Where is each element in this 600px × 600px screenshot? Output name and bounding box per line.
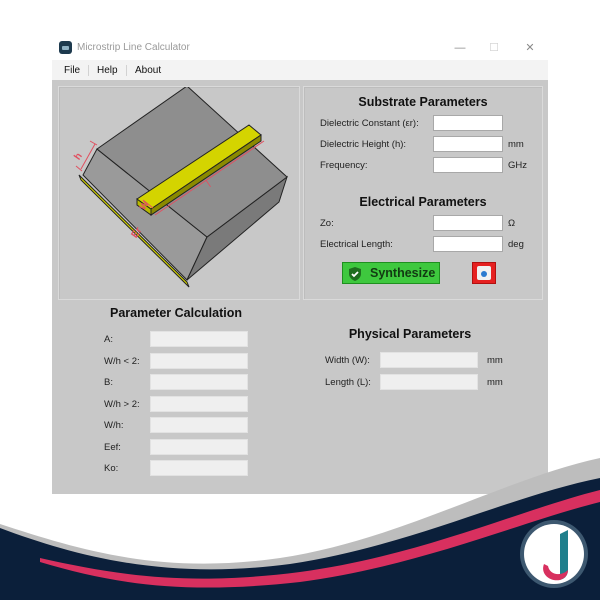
app-window: Microstrip Line Calculator — ☐ ✕ File He… <box>52 36 548 494</box>
length-unit: mm <box>487 377 503 388</box>
calculation-heading: Parameter Calculation <box>110 306 242 320</box>
microstrip-diagram: h W l Er <box>72 85 288 288</box>
calc-a-label: A: <box>104 334 113 345</box>
calc-wh-label: W/h: <box>104 420 124 431</box>
maximize-button[interactable]: ☐ <box>482 39 506 57</box>
menu-help[interactable]: Help <box>97 65 118 76</box>
impedance-label: Zo: <box>320 218 334 229</box>
calc-wh-gt2-output[interactable] <box>150 396 248 412</box>
width-unit: mm <box>487 355 503 366</box>
app-icon <box>59 41 72 54</box>
clear-button[interactable] <box>472 262 496 284</box>
menu-separator <box>88 65 89 76</box>
calc-b-output[interactable] <box>150 374 248 390</box>
diagram-panel: h W l Er <box>58 85 300 300</box>
title-bar: Microstrip Line Calculator — ☐ ✕ <box>52 36 548 60</box>
dielectric-height-unit: mm <box>508 139 524 150</box>
electrical-heading: Electrical Parameters <box>359 195 487 209</box>
dielectric-height-label: Dielectric Height (h): <box>320 139 407 150</box>
width-output[interactable] <box>380 352 478 368</box>
shield-check-icon <box>349 267 361 281</box>
calc-wh-gt2-label: W/h > 2: <box>104 399 140 410</box>
electrical-length-unit: deg <box>508 239 524 250</box>
decorative-wave <box>0 458 600 600</box>
synthesize-label: Synthesize <box>370 266 436 280</box>
synthesize-button[interactable]: Synthesize <box>342 262 440 284</box>
brand-logo <box>520 520 588 588</box>
menu-about[interactable]: About <box>135 65 161 76</box>
menu-bar: File Help About <box>52 60 548 80</box>
calc-a-output[interactable] <box>150 331 248 347</box>
client-area: h W l Er Substrate Parameters Dielectric… <box>52 80 548 494</box>
length-label: Length (L): <box>325 377 371 388</box>
frequency-unit: GHz <box>508 160 527 171</box>
frequency-input[interactable] <box>433 157 503 173</box>
impedance-input[interactable] <box>433 215 503 231</box>
calc-wh-lt2-output[interactable] <box>150 353 248 369</box>
impedance-unit: Ω <box>508 218 516 229</box>
minimize-button[interactable]: — <box>448 39 472 57</box>
electrical-length-input[interactable] <box>433 236 503 252</box>
substrate-heading: Substrate Parameters <box>358 95 488 109</box>
frequency-label: Frequency: <box>320 160 368 171</box>
menu-separator <box>126 65 127 76</box>
width-label: Width (W): <box>325 355 370 366</box>
dielectric-height-input[interactable] <box>433 136 503 152</box>
dielectric-constant-label: Dielectric Constant (εr): <box>320 118 419 129</box>
close-button[interactable]: ✕ <box>518 39 542 57</box>
physical-heading: Physical Parameters <box>348 327 472 341</box>
length-output[interactable] <box>380 374 478 390</box>
calc-wh-lt2-label: W/h < 2: <box>104 356 140 367</box>
calc-wh-output[interactable] <box>150 417 248 433</box>
calc-b-label: B: <box>104 377 113 388</box>
window-title: Microstrip Line Calculator <box>77 42 190 53</box>
height-label: h <box>72 151 85 162</box>
electrical-length-label: Electrical Length: <box>320 239 393 250</box>
recycle-bin-icon <box>477 266 491 280</box>
menu-file[interactable]: File <box>64 65 80 76</box>
dielectric-constant-input[interactable] <box>433 115 503 131</box>
